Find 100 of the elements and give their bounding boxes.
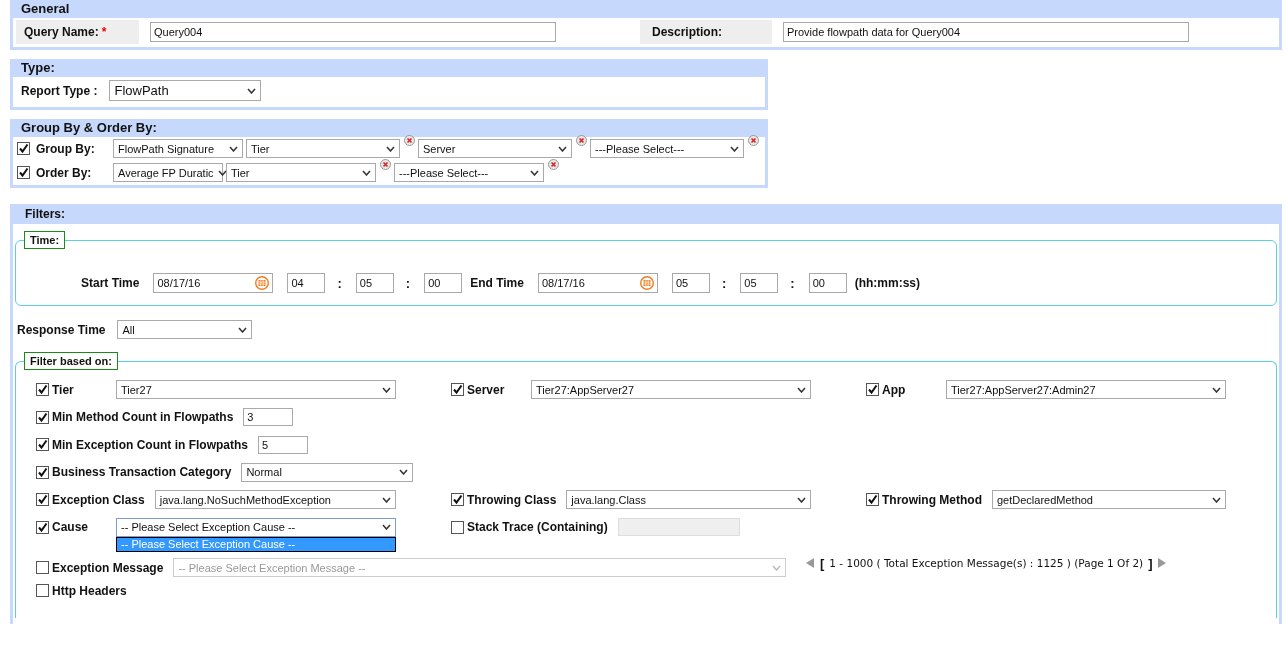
field-label: Exception Message <box>52 560 164 575</box>
checkbox[interactable] <box>17 166 30 179</box>
time-separator: : <box>405 275 411 291</box>
chevron-icon <box>399 469 409 476</box>
dropdown[interactable]: Tier27 <box>116 380 396 400</box>
dropdown[interactable]: ---Please Select--- <box>590 139 744 158</box>
chevron-icon <box>530 169 539 176</box>
field-label: Group By: <box>36 141 96 156</box>
remove-icon[interactable] <box>404 135 415 146</box>
text-field[interactable]: Query004 <box>150 22 556 42</box>
text-field[interactable]: Provide flowpath data for Query004 <box>783 22 1189 42</box>
dropdown[interactable]: Normal <box>241 462 414 482</box>
field-label: Business Transaction Category <box>52 465 232 480</box>
chevron-icon <box>1212 386 1221 393</box>
panel-title: General <box>13 0 1279 18</box>
checkbox[interactable] <box>866 383 879 397</box>
hour-field[interactable]: 05 <box>671 273 710 293</box>
field-label: Throwing Class <box>467 492 557 507</box>
field-label: End Time <box>470 276 524 290</box>
chevron-icon <box>772 564 781 571</box>
chevron-icon <box>217 169 227 176</box>
field-label: Order By: <box>36 165 93 180</box>
fieldset-legend: Time: <box>24 231 66 249</box>
dropdown[interactable]: FlowPath <box>109 80 262 101</box>
field-label: Cause <box>52 520 90 535</box>
time-format-hint: (hh:mm:ss) <box>854 276 920 290</box>
remove-icon[interactable] <box>748 135 759 146</box>
hour-field[interactable]: 04 <box>287 273 326 293</box>
field-label: Min Exception Count in Flowpaths <box>52 437 248 452</box>
dropdown[interactable]: getDeclaredMethod <box>992 490 1226 510</box>
chevron-icon <box>730 145 739 152</box>
field-label: Exception Class <box>52 492 145 507</box>
pagination-info: 1 - 1000 ( Total Exception Message(s) : 1125 ) (Page 1 Of 2) <box>829 557 1144 569</box>
field-label: Stack Trace (Containing) <box>467 520 608 535</box>
chevron-icon <box>558 145 567 152</box>
dropdown[interactable]: Average FP Duratic <box>113 163 223 182</box>
dropdown[interactable]: All <box>117 320 253 339</box>
checkbox[interactable] <box>36 493 49 507</box>
checkbox[interactable] <box>36 465 49 479</box>
required-mark: * <box>101 25 107 39</box>
dropdown[interactable]: Tier27:AppServer27:Admin27 <box>946 380 1226 400</box>
second-field[interactable]: 00 <box>808 273 847 293</box>
fieldset-legend: Filter based on: <box>24 352 118 370</box>
previous-icon[interactable] <box>806 558 815 568</box>
field-label: Description: <box>640 20 772 44</box>
checkbox[interactable] <box>866 493 879 507</box>
next-icon[interactable] <box>1157 558 1167 568</box>
calendar-icon[interactable] <box>639 276 654 290</box>
chevron-icon <box>229 145 238 152</box>
calendar-icon[interactable] <box>255 276 270 290</box>
checkbox[interactable] <box>17 142 30 155</box>
checkbox[interactable] <box>451 383 464 397</box>
dropdown[interactable]: Tier <box>226 163 376 182</box>
field-label: Response Time <box>17 322 106 337</box>
checkbox[interactable] <box>36 520 49 534</box>
chevron-icon <box>382 386 391 393</box>
dropdown[interactable]: Tier <box>246 139 400 158</box>
field-label: Throwing Method <box>882 492 982 507</box>
field-label: Tier <box>52 382 75 397</box>
input-field[interactable]: 5 <box>258 435 308 454</box>
minute-field[interactable]: 05 <box>355 273 394 293</box>
bracket-mark: ] <box>1148 555 1153 571</box>
chevron-icon <box>797 386 806 393</box>
remove-icon[interactable] <box>380 159 391 170</box>
date-field[interactable]: 08/17/16 <box>153 273 274 293</box>
chevron-icon <box>382 524 391 531</box>
time-separator: : <box>721 275 727 291</box>
remove-icon[interactable] <box>576 135 587 146</box>
date-field[interactable]: 08/17/16 <box>537 273 658 293</box>
field-label: Query Name: <box>24 25 99 39</box>
chevron-icon <box>238 326 248 333</box>
dropdown[interactable]: Server <box>418 139 572 158</box>
time-separator: : <box>337 275 342 291</box>
minute-field[interactable]: 05 <box>740 273 779 293</box>
chevron-icon <box>382 496 391 503</box>
chevron-icon <box>362 169 371 176</box>
dropdown[interactable]: ---Please Select--- <box>394 163 544 182</box>
checkbox[interactable] <box>451 493 464 507</box>
field-label: Server <box>467 382 506 397</box>
second-field[interactable]: 00 <box>424 273 463 293</box>
dropdown[interactable]: java.lang.Class <box>566 490 811 510</box>
panel-title: Type: <box>13 59 765 77</box>
dropdown[interactable]: Tier27:AppServer27 <box>531 380 811 400</box>
field-label: Start Time <box>81 276 140 290</box>
time-separator: : <box>790 275 795 291</box>
input-field[interactable]: 3 <box>243 408 294 427</box>
checkbox[interactable] <box>36 410 49 424</box>
panel-title: Filters: <box>13 204 1279 224</box>
chevron-icon <box>797 496 806 503</box>
dropdown[interactable]: FlowPath Signature <box>113 139 243 158</box>
checkbox[interactable] <box>36 584 49 598</box>
dropdown[interactable]: java.lang.NoSuchMethodException <box>154 490 396 510</box>
bracket-mark: [ <box>820 555 825 571</box>
remove-icon[interactable] <box>548 159 559 170</box>
checkbox[interactable] <box>36 438 49 452</box>
checkbox[interactable] <box>36 383 49 397</box>
chevron-icon <box>386 145 395 152</box>
field-label: App <box>882 382 907 397</box>
panel-title: Group By & Order By: <box>13 119 765 137</box>
field-label: Report Type : <box>21 83 98 98</box>
